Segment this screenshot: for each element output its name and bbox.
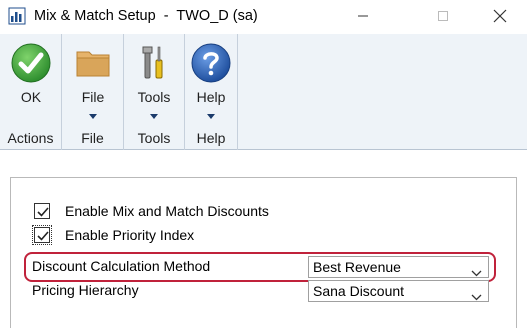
enable-mix-match-row[interactable]: Enable Mix and Match Discounts	[34, 202, 269, 220]
group-label-help: Help	[196, 130, 226, 146]
file-button-label: File	[81, 89, 105, 105]
enable-priority-index-row[interactable]: Enable Priority Index	[32, 225, 195, 245]
group-label-actions: Actions	[7, 130, 54, 146]
pricing-hierarchy-label: Pricing Hierarchy	[32, 282, 139, 298]
tools-button-label: Tools	[137, 89, 171, 105]
chevron-down-icon	[89, 114, 97, 119]
pricing-hierarchy-select[interactable]: Sana Discount	[308, 280, 489, 302]
chevron-down-icon	[471, 288, 482, 304]
ok-button-label: OK	[20, 89, 42, 105]
minimize-button[interactable]	[340, 0, 386, 32]
ok-check-icon	[10, 42, 52, 84]
pricing-hierarchy-value: Sana Discount	[313, 283, 405, 299]
tools-icon	[133, 42, 175, 84]
app-chart-icon	[8, 7, 26, 25]
ok-button[interactable]: OK	[3, 38, 59, 120]
ribbon-group-file: File File	[62, 34, 124, 150]
close-button[interactable]	[477, 0, 523, 32]
ribbon-group-actions: OK Actions	[0, 34, 62, 150]
tools-menu-button[interactable]: Tools	[126, 38, 182, 120]
help-question-icon	[190, 42, 232, 84]
enable-mix-match-label: Enable Mix and Match Discounts	[65, 203, 269, 219]
discount-calc-method-select[interactable]: Best Revenue	[308, 256, 489, 278]
discount-calc-method-row: Discount Calculation Method Best Revenue	[32, 256, 492, 278]
enable-mix-match-checkbox[interactable]	[34, 203, 50, 219]
group-label-file: File	[81, 130, 104, 146]
chevron-down-icon	[207, 114, 215, 119]
ribbon-group-help: Help Help	[185, 34, 238, 150]
chevron-down-icon	[471, 264, 482, 280]
discount-calc-method-label: Discount Calculation Method	[32, 258, 211, 274]
folder-icon	[72, 42, 114, 84]
help-menu-button[interactable]: Help	[183, 38, 239, 120]
chevron-down-icon	[150, 114, 158, 119]
maximize-button[interactable]	[420, 0, 466, 32]
title-bar: Mix & Match Setup - TWO_D (sa)	[0, 0, 527, 34]
enable-priority-index-label: Enable Priority Index	[65, 227, 195, 243]
enable-priority-index-checkbox[interactable]	[32, 225, 52, 245]
ribbon-group-tools: Tools Tools	[124, 34, 185, 150]
help-button-label: Help	[196, 89, 226, 105]
file-menu-button[interactable]: File	[65, 38, 121, 120]
window-title: Mix & Match Setup - TWO_D (sa)	[34, 8, 258, 24]
ribbon: OK Actions File File Tools Tools Help He…	[0, 34, 527, 150]
pricing-hierarchy-row: Pricing Hierarchy Sana Discount	[32, 280, 492, 302]
group-label-tools: Tools	[137, 130, 171, 146]
discount-calc-method-value: Best Revenue	[313, 259, 401, 275]
